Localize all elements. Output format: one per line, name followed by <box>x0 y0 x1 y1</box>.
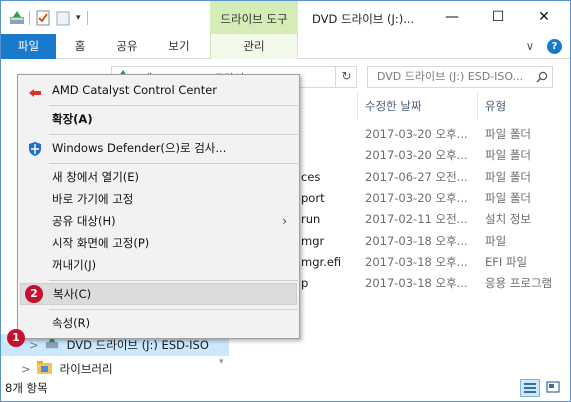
file-name-cell: mgr.efi <box>301 254 342 269</box>
windows-defender-icon <box>28 141 42 163</box>
menu-item-properties[interactable]: 속성(R) <box>20 312 297 334</box>
menu-separator <box>49 105 298 106</box>
file-type-cell: 파일 폴더 <box>485 127 531 141</box>
ribbon-expand-icon[interactable]: ∨ <box>521 34 539 59</box>
menu-item-pin-start[interactable]: 시작 화면에 고정(P) <box>20 232 297 254</box>
menu-item-eject[interactable]: 꺼내기(J) <box>20 254 297 276</box>
tab-home[interactable]: 홈 <box>63 34 97 59</box>
search-input[interactable]: DVD 드라이브 (J:) ESD-ISO... <box>367 66 553 88</box>
search-icon <box>536 70 548 83</box>
file-name-cell: mgr <box>301 233 325 248</box>
file-date-cell: 2017-02-11 오전... <box>365 212 468 227</box>
menu-separator <box>49 309 298 310</box>
file-date-cell: 2017-03-20 오후... <box>365 127 468 141</box>
search-placeholder: DVD 드라이브 (J:) ESD-ISO... <box>377 70 524 83</box>
explorer-window: ▾ 드라이브 도구 DVD 드라이브 (J:)... — ☐ ✕ 파일 홈 공유… <box>0 0 571 402</box>
menu-separator <box>49 280 298 281</box>
amd-icon <box>28 84 42 106</box>
maximize-button[interactable]: ☐ <box>475 1 521 33</box>
item-count: 8개 항목 <box>5 381 48 395</box>
tab-view[interactable]: 보기 <box>157 34 201 59</box>
menu-item-copy[interactable]: 복사(C) <box>20 283 297 305</box>
tab-share[interactable]: 공유 <box>105 34 149 59</box>
window-title: DVD 드라이브 (J:)... <box>312 12 415 26</box>
menu-item-open-new-window[interactable]: 새 창에서 열기(E) <box>20 166 297 188</box>
file-date-cell: 2017-06-27 오전... <box>365 169 468 184</box>
new-folder-icon[interactable] <box>56 10 70 26</box>
file-date-cell: 2017-03-20 오후... <box>365 190 468 205</box>
file-date-cell: 2017-03-18 오후... <box>365 233 468 248</box>
file-name-cell: port <box>301 190 325 205</box>
menu-separator <box>49 163 298 164</box>
context-menu: AMD Catalyst Control Center 확장(A) Window… <box>17 74 300 339</box>
drive-icon <box>9 10 25 26</box>
file-type-cell: 파일 <box>485 233 507 248</box>
minimize-button[interactable]: — <box>429 1 475 33</box>
menu-item-expand[interactable]: 확장(A) <box>20 108 297 130</box>
quick-access-toolbar: ▾ <box>9 9 88 27</box>
ribbon-tabs: 파일 홈 공유 보기 관리 ∨ ? <box>1 34 570 59</box>
status-bar: 8개 항목 <box>1 376 570 401</box>
details-view-icon[interactable] <box>520 379 540 397</box>
file-name-cell: ces <box>301 169 321 184</box>
step-1-badge: 1 <box>7 329 25 347</box>
customize-qa-icon[interactable]: ▾ <box>76 13 81 23</box>
drive-tools-label: 드라이브 도구 <box>220 12 288 26</box>
menu-item-pin-quick-access[interactable]: 바로 가기에 고정 <box>20 188 297 210</box>
title-bar: ▾ 드라이브 도구 DVD 드라이브 (J:)... — ☐ ✕ <box>1 1 570 35</box>
file-type-cell: EFI 파일 <box>485 254 528 269</box>
tab-file[interactable]: 파일 <box>1 34 56 59</box>
nav-dvd-label: DVD 드라이브 (J:) ESD-ISO <box>66 338 209 352</box>
nav-libraries-label: 라이브러리 <box>59 362 113 376</box>
file-date-cell: 2017-03-20 오후... <box>365 148 468 163</box>
menu-item-amd-catalyst[interactable]: AMD Catalyst Control Center <box>20 79 297 101</box>
step-2-badge: 2 <box>25 285 43 303</box>
file-type-cell: 파일 폴더 <box>485 169 531 184</box>
help-icon[interactable]: ? <box>547 39 562 54</box>
separator-icon <box>86 11 88 25</box>
properties-icon[interactable] <box>36 10 50 26</box>
separator-icon <box>29 11 30 25</box>
submenu-arrow-icon: › <box>282 214 287 228</box>
close-button[interactable]: ✕ <box>521 1 567 33</box>
scroll-down-icon[interactable]: ▾ <box>219 357 224 367</box>
column-header-type[interactable]: 유형 <box>485 98 506 114</box>
column-divider <box>357 92 358 120</box>
file-type-cell: 응용 프로그램 <box>485 276 553 291</box>
file-type-cell: 설치 정보 <box>485 212 531 227</box>
file-type-cell: 파일 폴더 <box>485 190 531 205</box>
menu-item-defender-scan[interactable]: Windows Defender(으)로 검사... <box>20 137 297 159</box>
column-header-date[interactable]: 수정한 날짜 <box>365 98 422 114</box>
large-icons-view-icon[interactable] <box>544 379 564 397</box>
file-type-cell: 파일 폴더 <box>485 148 531 163</box>
refresh-button[interactable]: ↻ <box>335 66 357 88</box>
file-date-cell: 2017-03-18 오후... <box>365 276 468 291</box>
file-date-cell: 2017-03-18 오후... <box>365 254 468 269</box>
file-name-cell: run <box>301 212 321 227</box>
menu-item-share-with[interactable]: 공유 대상(H) › <box>20 210 297 232</box>
menu-separator <box>49 134 298 135</box>
tab-manage[interactable]: 관리 <box>210 34 298 59</box>
column-divider <box>477 92 478 120</box>
file-name-cell: p <box>301 276 309 291</box>
